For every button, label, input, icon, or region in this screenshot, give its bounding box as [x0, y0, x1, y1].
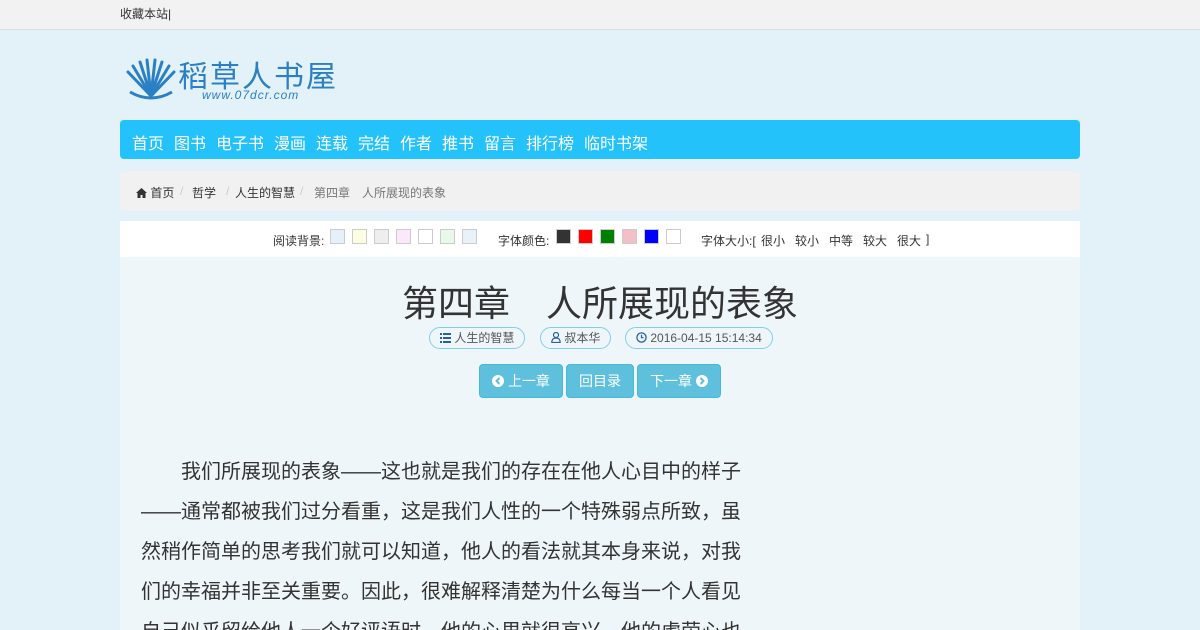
author-tag-label: 叔本华	[564, 331, 601, 345]
nav-item-home[interactable]: 首页	[132, 130, 164, 154]
breadcrumb-separator: /	[180, 184, 184, 198]
bg-color-label: 阅读背景:	[273, 234, 325, 248]
user-icon	[551, 332, 561, 344]
datetime-tag-label: 2016-04-15 15:14:34	[650, 331, 762, 345]
nav-item-finished[interactable]: 完结	[358, 130, 390, 154]
book-tag[interactable]: 人生的智慧	[429, 327, 526, 349]
font-color-swatch[interactable]	[644, 229, 659, 244]
nav-item-ebooks[interactable]: 电子书	[216, 130, 264, 154]
nav-item-comics[interactable]: 漫画	[274, 130, 306, 154]
nav-item-recommend[interactable]: 推书	[442, 130, 474, 154]
home-icon	[136, 187, 147, 198]
breadcrumb-home[interactable]: 首页	[136, 184, 174, 201]
bookmark-link[interactable]: 收藏本站|	[120, 5, 171, 22]
bg-color-swatch[interactable]	[440, 229, 455, 244]
font-color-swatch[interactable]	[556, 229, 571, 244]
nav-item-bookshelf[interactable]: 临时书架	[584, 130, 648, 154]
arrow-circle-left-icon	[492, 375, 505, 388]
logo-url: www.07dcr.com	[202, 88, 300, 102]
nav-item-guestbook[interactable]: 留言	[484, 130, 516, 154]
chapter-content: 第四章 人所展现的表象 人生的智慧 叔本华 2016-04-15 15:14:3…	[120, 257, 1080, 630]
bg-color-swatch[interactable]	[330, 229, 345, 244]
font-size-large[interactable]: 较大	[863, 232, 887, 249]
clock-icon	[636, 332, 647, 344]
book-tag-label: 人生的智慧	[454, 331, 515, 345]
font-color-swatch[interactable]	[622, 229, 637, 244]
next-chapter-button[interactable]: 下一章	[637, 364, 721, 398]
toc-button[interactable]: 回目录	[566, 364, 634, 398]
font-size-medium[interactable]: 中等	[829, 232, 853, 249]
breadcrumb-current: 第四章 人所展现的表象	[314, 186, 447, 200]
next-chapter-label: 下一章	[650, 373, 693, 389]
font-size-very-small[interactable]: 很小	[761, 232, 785, 249]
font-color-swatch[interactable]	[600, 229, 615, 244]
prev-chapter-label: 上一章	[507, 373, 550, 389]
site-logo[interactable]: 稻草人书屋 www.07dcr.com	[120, 50, 340, 105]
list-icon	[440, 332, 451, 343]
font-color-swatch[interactable]	[578, 229, 593, 244]
bg-color-swatch[interactable]	[462, 229, 477, 244]
arrow-circle-right-icon	[695, 375, 708, 388]
reading-toolbar: 阅读背景: 字体颜色: 字体大小:[ 很小 较小 中等 较大 很大 ]	[120, 221, 1080, 257]
font-size-label: 字体大小:[	[701, 234, 756, 248]
breadcrumb: 首页 / 哲学 / / 人生的智慧 第四章 人所展现的表象	[120, 171, 1080, 211]
main-nav: 首页 图书 电子书 漫画 连载 完结 作者 推书 留言 排行榜 临时书架	[120, 120, 1080, 159]
breadcrumb-home-label: 首页	[150, 186, 175, 200]
book-fan-icon	[126, 58, 176, 100]
top-bar: 收藏本站|	[0, 0, 1200, 30]
bg-color-swatch[interactable]	[352, 229, 367, 244]
breadcrumb-category[interactable]: 哲学	[192, 184, 216, 201]
nav-item-books[interactable]: 图书	[174, 130, 206, 154]
bg-color-swatch[interactable]	[374, 229, 389, 244]
chapter-title: 第四章 人所展现的表象	[401, 283, 798, 324]
chapter-text: 我们所展现的表象——这也就是我们的存在在他人心目中的样子——通常都被我们过分看重…	[141, 461, 741, 630]
bg-color-swatch[interactable]	[418, 229, 433, 244]
bg-color-swatch[interactable]	[396, 229, 411, 244]
font-size-close-bracket: ]	[926, 232, 930, 246]
breadcrumb-separator: /	[226, 184, 230, 198]
author-tag[interactable]: 叔本华	[540, 327, 612, 349]
nav-item-serial[interactable]: 连载	[316, 130, 348, 154]
nav-item-authors[interactable]: 作者	[400, 130, 432, 154]
breadcrumb-book[interactable]: 人生的智慧	[235, 184, 295, 201]
font-size-very-large[interactable]: 很大	[897, 232, 921, 249]
datetime-tag: 2016-04-15 15:14:34	[625, 327, 773, 349]
font-color-label: 字体颜色:	[498, 234, 550, 248]
font-size-small[interactable]: 较小	[795, 232, 819, 249]
breadcrumb-separator: /	[300, 184, 304, 198]
nav-item-ranking[interactable]: 排行榜	[526, 130, 574, 154]
prev-chapter-button[interactable]: 上一章	[479, 364, 563, 398]
font-color-swatch[interactable]	[666, 229, 681, 244]
